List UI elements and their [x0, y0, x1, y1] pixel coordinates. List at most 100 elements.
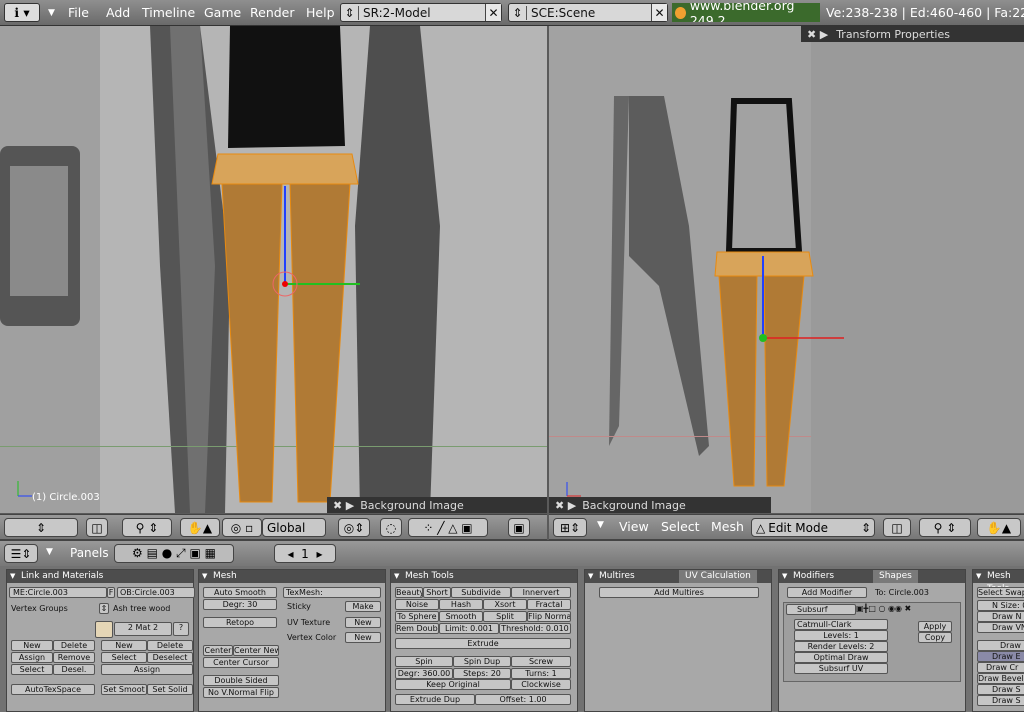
subsurf-uv-toggle[interactable]: Subsurf UV: [794, 663, 888, 674]
material-help[interactable]: ?: [173, 622, 189, 636]
frame-field[interactable]: ◂ 1 ▸: [274, 544, 336, 563]
window-type-icon[interactable]: ☰⇕: [4, 544, 38, 563]
scene-name[interactable]: SCE:Scene: [527, 6, 651, 20]
screen-selector[interactable]: ⇕ SR:2-Model ✕: [340, 3, 502, 22]
snap-icon[interactable]: ⚲ ⇕: [122, 518, 172, 537]
draw-sharp-toggle[interactable]: Draw S: [977, 695, 1024, 706]
material-deselect-button[interactable]: Deselect: [147, 652, 193, 663]
turns-field[interactable]: Turns: 1: [511, 668, 571, 679]
set-solid-button[interactable]: Set Solid: [147, 684, 193, 695]
nsize-field[interactable]: N Size: 0: [977, 600, 1024, 611]
center-new-button[interactable]: Center New: [233, 645, 279, 656]
menu-mesh[interactable]: Mesh: [711, 519, 744, 534]
extrude-button[interactable]: Extrude: [395, 638, 571, 649]
collapse-triangle-icon[interactable]: ▼: [597, 520, 604, 530]
vgroup-new-button[interactable]: New: [11, 640, 53, 651]
close-icon[interactable]: ✕: [485, 4, 501, 21]
short-toggle[interactable]: Short: [423, 587, 451, 598]
no-vnormal-flip-toggle[interactable]: No V.Normal Flip: [203, 687, 279, 698]
apply-button[interactable]: Apply: [918, 621, 952, 632]
center-button[interactable]: Center: [203, 645, 233, 656]
flip-normal-button[interactable]: Flip Normal: [527, 611, 571, 622]
draw-faces-toggle[interactable]: Draw F: [977, 640, 1024, 651]
material-index[interactable]: 2 Mat 2: [114, 622, 172, 636]
pivot-icon[interactable]: ◎⇕: [338, 518, 370, 537]
draw-creases-toggle[interactable]: Draw Cr: [977, 662, 1024, 673]
tab-modifiers[interactable]: Modifiers: [793, 570, 873, 583]
fake-user-button[interactable]: F: [107, 587, 115, 598]
manipulator-hand-icon[interactable]: ✋▲: [180, 518, 220, 537]
render-levels-field[interactable]: Render Levels: 2: [794, 641, 888, 652]
render-icon[interactable]: ▣: [508, 518, 530, 537]
draw-normals-toggle[interactable]: Draw N: [977, 611, 1024, 622]
spin-button[interactable]: Spin: [395, 656, 453, 667]
texmesh-field[interactable]: TexMesh:: [283, 587, 381, 598]
close-icon[interactable]: ✖ ▶: [807, 28, 828, 41]
draw-edges-toggle[interactable]: Draw E: [977, 651, 1024, 662]
menu-timeline[interactable]: Timeline: [142, 3, 195, 22]
select-swap-button[interactable]: Select Swap: [977, 587, 1024, 598]
draw-seams-toggle[interactable]: Draw S: [977, 684, 1024, 695]
optimal-draw-toggle[interactable]: Optimal Draw: [794, 652, 888, 663]
screw-button[interactable]: Screw: [511, 656, 571, 667]
material-delete-button[interactable]: Delete: [147, 640, 193, 651]
material-new-button[interactable]: New: [101, 640, 147, 651]
to-sphere-button[interactable]: To Sphere: [395, 611, 439, 622]
manipulator-hand-icon[interactable]: ✋▲: [977, 518, 1021, 537]
close-icon[interactable]: ✖ ▶: [555, 499, 576, 512]
menu-triangle-icon[interactable]: ▼: [48, 3, 55, 22]
fractal-button[interactable]: Fractal: [527, 599, 571, 610]
noise-button[interactable]: Noise: [395, 599, 439, 610]
draw-bevel-toggle[interactable]: Draw Bevel: [977, 673, 1024, 684]
keep-original-toggle[interactable]: Keep Original: [395, 679, 511, 690]
material-select-button[interactable]: Select: [101, 652, 147, 663]
innervert-button[interactable]: Innervert: [511, 587, 571, 598]
blender-url[interactable]: www.blender.org 249.2: [672, 3, 820, 22]
limit-field[interactable]: Limit: 0.001: [439, 623, 499, 634]
menu-file[interactable]: File: [68, 3, 89, 22]
mode-select[interactable]: △ Edit Mode ⇕: [751, 518, 875, 537]
close-icon[interactable]: ✕: [651, 4, 667, 21]
vgroup-assign-button[interactable]: Assign: [11, 652, 53, 663]
panel-title[interactable]: Mesh: [199, 570, 385, 583]
panel-title[interactable]: Mesh Tools: [973, 570, 1024, 594]
snap-icon[interactable]: ⚲ ⇕: [919, 518, 971, 537]
uv-texture-new-button[interactable]: New: [345, 617, 381, 628]
xsort-button[interactable]: Xsort: [483, 599, 527, 610]
modifier-name[interactable]: Subsurf: [786, 604, 856, 615]
window-type-icon[interactable]: ⊞⇕: [553, 518, 587, 537]
material-menu-icon[interactable]: ⇕: [99, 603, 109, 614]
spin-dup-button[interactable]: Spin Dup: [453, 656, 511, 667]
vgroup-delete-button[interactable]: Delete: [53, 640, 95, 651]
subdivide-button[interactable]: Subdivide: [451, 587, 511, 598]
menu-game[interactable]: Game: [204, 3, 241, 22]
view-dropdown[interactable]: ⇕: [4, 518, 78, 537]
autotexspace-button[interactable]: AutoTexSpace: [11, 684, 95, 695]
double-sided-toggle[interactable]: Double Sided: [203, 675, 279, 686]
extrude-dup-button[interactable]: Extrude Dup: [395, 694, 475, 705]
menu-add[interactable]: Add: [106, 3, 130, 22]
center-cursor-button[interactable]: Center Cursor: [203, 657, 279, 668]
smooth-button[interactable]: Smooth: [439, 611, 483, 622]
mesh-datablock[interactable]: ME:Circle.003: [9, 587, 107, 598]
offset-field[interactable]: Offset: 1.00: [475, 694, 571, 705]
background-image-panel[interactable]: ✖ ▶ Background Image: [549, 497, 771, 513]
modifier-toggle-icons[interactable]: ▣╋□ ○ ◉◉ ✖: [856, 604, 911, 613]
draw-vnormals-toggle[interactable]: Draw VN: [977, 622, 1024, 633]
right-3d-viewport[interactable]: ✖ ▶ Transform Properties ✖ ▶ Background …: [549, 26, 1024, 513]
levels-field[interactable]: Levels: 1: [794, 630, 888, 641]
window-type-button[interactable]: i ▾: [4, 3, 40, 22]
vertex-color-new-button[interactable]: New: [345, 632, 381, 643]
collapse-triangle-icon[interactable]: ▼: [46, 547, 53, 557]
screen-name[interactable]: SR:2-Model: [359, 6, 485, 20]
draw-type-icon[interactable]: ◫: [883, 518, 911, 537]
set-smooth-button[interactable]: Set Smoot: [101, 684, 147, 695]
select-mode-icons[interactable]: ⁘ ╱ △ ▣: [408, 518, 488, 537]
menu-view[interactable]: View: [619, 519, 649, 534]
retopo-toggle[interactable]: Retopo: [203, 617, 277, 628]
tab-uv-calculation[interactable]: UV Calculation: [679, 570, 757, 583]
object-datablock[interactable]: OB:Circle.003: [117, 587, 195, 598]
proportional-icon[interactable]: ◌: [380, 518, 402, 537]
panel-title[interactable]: Mesh Tools: [391, 570, 577, 583]
orientation-select[interactable]: Global: [262, 518, 326, 537]
